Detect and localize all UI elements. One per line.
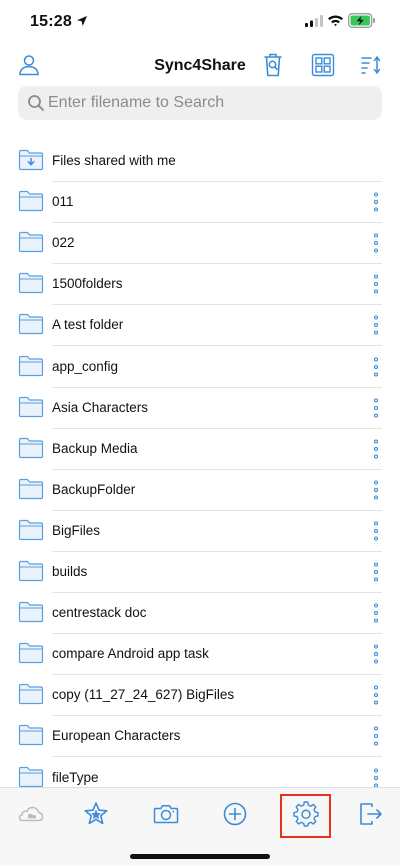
bottom-tab-bar: [0, 787, 400, 865]
folder-name: A test folder: [52, 317, 124, 333]
search-icon: [28, 95, 44, 111]
folder-name: copy (11_27_24_627) BigFiles: [52, 687, 235, 703]
folder-icon: [18, 601, 44, 623]
folder-name: fileType: [52, 769, 99, 785]
sort-icon[interactable]: [360, 53, 384, 77]
folder-row[interactable]: 022: [0, 223, 400, 265]
folder-row[interactable]: 011: [0, 182, 400, 224]
folder-row[interactable]: fileType: [0, 758, 400, 788]
folder-icon: [18, 478, 44, 499]
camera-icon[interactable]: [152, 800, 180, 828]
folder-icon: [18, 396, 44, 417]
folder-row[interactable]: app_config: [0, 347, 400, 388]
folder-name: 011: [52, 194, 74, 210]
grid-view-icon[interactable]: [311, 53, 335, 77]
folder-name: 022: [52, 235, 75, 251]
folder-icon: [18, 273, 44, 294]
folder-name: centrestack doc: [52, 605, 147, 621]
more-options-icon[interactable]: [369, 725, 383, 747]
more-options-icon[interactable]: [369, 191, 383, 213]
folder-name: Backup Media: [52, 440, 138, 456]
shared-with-me-row[interactable]: Files shared with me: [0, 141, 400, 182]
folder-row[interactable]: European Characters: [0, 716, 400, 758]
top-navigation-bar: Sync4Share: [0, 44, 400, 86]
shared-folder-icon: [18, 149, 44, 171]
more-options-icon[interactable]: [369, 561, 383, 583]
more-options-icon[interactable]: [369, 232, 383, 254]
recycle-bin-search-icon[interactable]: [262, 52, 284, 78]
folder-icon: [18, 684, 44, 705]
folder-row[interactable]: centrestack doc: [0, 593, 400, 635]
more-options-icon[interactable]: [369, 397, 383, 419]
more-options-icon[interactable]: [369, 438, 383, 460]
battery-charging-icon: [348, 13, 375, 28]
folder-row[interactable]: BigFiles: [0, 511, 400, 552]
settings-gear-icon[interactable]: [292, 800, 320, 828]
more-options-icon[interactable]: [369, 767, 383, 788]
folder-name: builds: [52, 564, 88, 579]
folder-row[interactable]: copy (11_27_24_627) BigFiles: [0, 675, 400, 717]
status-bar: 15:28: [0, 0, 400, 44]
folder-row[interactable]: BackupFolder: [0, 470, 400, 511]
more-options-icon[interactable]: [369, 643, 383, 665]
folder-icon: [18, 766, 44, 787]
folder-name: BackupFolder: [52, 481, 136, 497]
more-options-icon[interactable]: [369, 273, 383, 295]
more-options-icon[interactable]: [369, 356, 383, 378]
folder-icon: [18, 232, 44, 253]
folder-icon: [18, 560, 44, 582]
folder-icon: [18, 355, 44, 376]
more-options-icon[interactable]: [369, 684, 383, 706]
folder-name: Asia Characters: [52, 399, 149, 415]
folder-icon: [18, 643, 44, 664]
folder-icon: [18, 725, 44, 746]
folder-icon: [18, 519, 44, 540]
more-options-icon[interactable]: [369, 520, 383, 542]
wifi-icon: [328, 15, 343, 27]
search-input[interactable]: [48, 86, 374, 120]
folder-name: app_config: [52, 358, 119, 374]
folder-row[interactable]: compare Android app task: [0, 634, 400, 676]
search-bar[interactable]: [18, 86, 382, 120]
folder-icon: [18, 190, 44, 212]
more-options-icon[interactable]: [369, 479, 383, 501]
folder-icon: [18, 314, 44, 335]
home-indicator: [130, 854, 270, 859]
settings-tab-highlight[interactable]: [280, 794, 331, 838]
folder-icon: [18, 437, 44, 458]
location-arrow-icon: [77, 16, 87, 26]
status-time: 15:28: [30, 13, 72, 30]
folder-name: 1500folders: [52, 276, 123, 292]
more-options-icon[interactable]: [369, 602, 383, 624]
app-title: Sync4Share: [154, 57, 246, 74]
add-icon[interactable]: [221, 800, 249, 828]
folder-name: compare Android app task: [52, 646, 209, 662]
folder-row[interactable]: 1500folders: [0, 264, 400, 306]
cellular-signal-icon: [305, 15, 323, 27]
folder-row[interactable]: Backup Media: [0, 429, 400, 470]
shared-with-me-label: Files shared with me: [52, 153, 176, 168]
folder-row[interactable]: builds: [0, 552, 400, 593]
user-profile-icon[interactable]: [17, 53, 41, 77]
more-options-icon[interactable]: [369, 314, 383, 336]
logout-icon[interactable]: [357, 800, 385, 828]
favorites-star-icon[interactable]: [82, 800, 110, 828]
folder-row[interactable]: A test folder: [0, 305, 400, 347]
file-list: Files shared with me 011 022 1500folders A …: [0, 141, 400, 787]
folder-name: BigFiles: [52, 522, 101, 538]
folder-name: European Characters: [52, 728, 181, 744]
folder-row[interactable]: Asia Characters: [0, 388, 400, 429]
cloud-icon[interactable]: [17, 800, 45, 828]
